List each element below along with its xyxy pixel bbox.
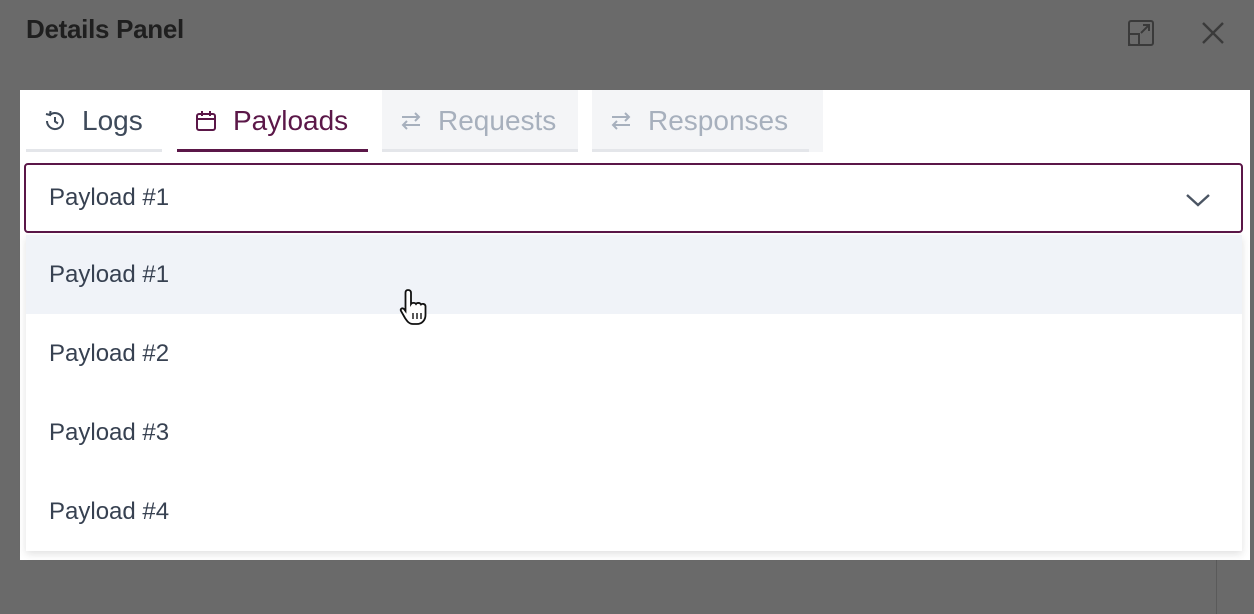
payload-options-menu: Payload #1 Payload #2 Payload #3 Payload… — [26, 235, 1242, 551]
option-payload-2[interactable]: Payload #2 — [26, 314, 1242, 393]
payload-select[interactable]: Payload #1 — [24, 163, 1243, 233]
option-payload-3[interactable]: Payload #3 — [26, 393, 1242, 472]
option-payload-4[interactable]: Payload #4 — [26, 472, 1242, 551]
swap-arrows-icon — [611, 112, 631, 130]
tab-logs-label: Logs — [82, 105, 143, 136]
chevron-down-icon — [1186, 194, 1210, 207]
close-icon — [1202, 22, 1224, 44]
option-label: Payload #2 — [49, 339, 170, 367]
tab-responses-label: Responses — [648, 105, 789, 136]
payload-select-value: Payload #1 — [49, 184, 170, 211]
option-label: Payload #1 — [49, 260, 170, 288]
swap-arrows-icon — [401, 112, 421, 130]
tab-requests[interactable]: Requests — [382, 90, 578, 152]
expand-icon — [1128, 20, 1154, 46]
history-icon — [45, 110, 64, 130]
tab-payloads[interactable]: Payloads — [177, 90, 368, 152]
tab-payloads-label: Payloads — [233, 105, 349, 136]
details-card: Logs Payloads Requests Responses Payload… — [20, 90, 1250, 560]
option-payload-1[interactable]: Payload #1 — [26, 235, 1242, 314]
tab-logs[interactable]: Logs — [26, 90, 162, 152]
option-label: Payload #4 — [49, 497, 170, 525]
calendar-box-icon — [196, 111, 216, 131]
details-panel-title: Details Panel — [26, 14, 184, 44]
hand-pointer-icon — [399, 289, 427, 325]
expand-button[interactable] — [1126, 18, 1156, 48]
panel-divider — [1216, 552, 1217, 614]
close-button[interactable] — [1198, 18, 1228, 48]
tab-bar-tail — [809, 90, 823, 152]
tab-requests-label: Requests — [438, 105, 557, 136]
tab-bar: Logs Payloads Requests Responses — [26, 90, 824, 152]
option-label: Payload #3 — [49, 418, 170, 446]
tab-responses[interactable]: Responses — [592, 90, 809, 152]
